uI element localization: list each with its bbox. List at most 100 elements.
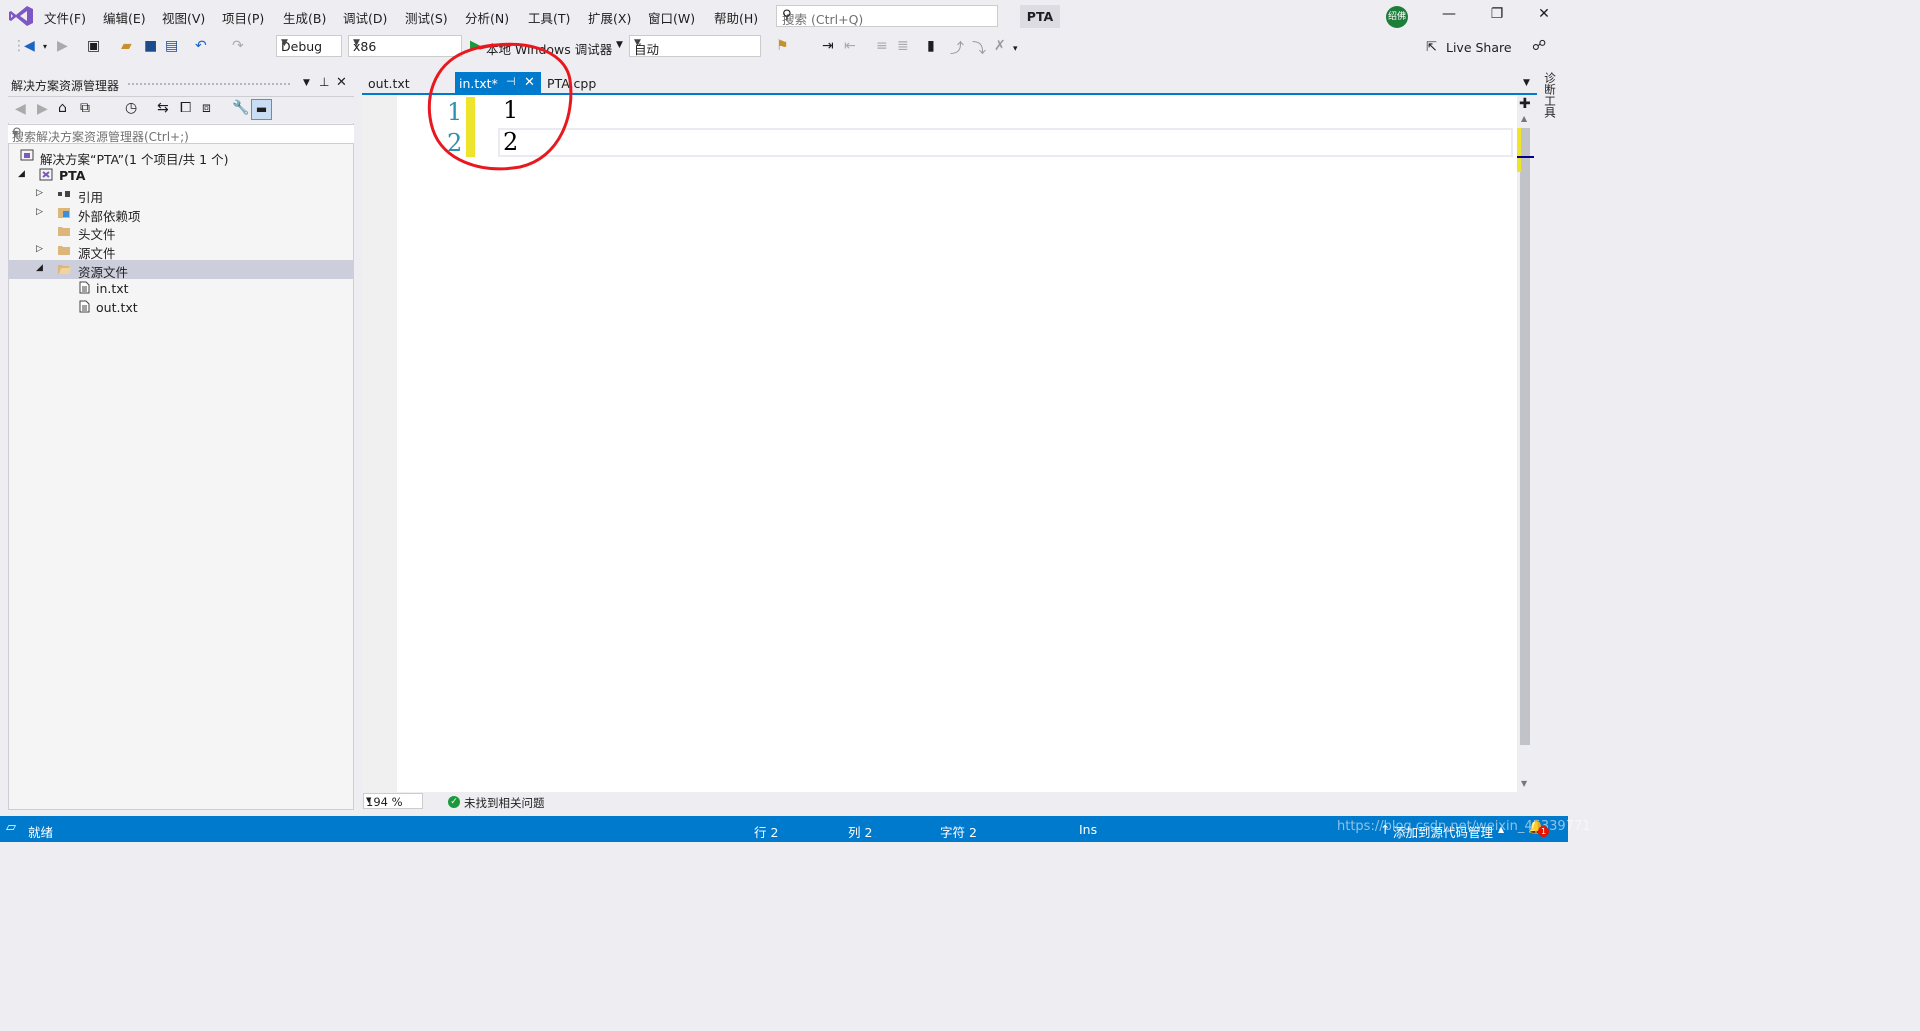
scroll-up-icon[interactable]: ▲ <box>1521 114 1527 123</box>
output-window-icon[interactable]: ▱ <box>6 820 16 835</box>
split-editor-icon[interactable]: ✚ <box>1519 96 1531 112</box>
menu-help[interactable]: 帮助(H) <box>714 8 758 27</box>
zoom-select[interactable]: 194 % ▼ <box>363 793 423 809</box>
project-icon <box>39 168 53 181</box>
solution-config-select[interactable]: Debug ▼ <box>276 35 342 57</box>
menu-window[interactable]: 窗口(W) <box>648 8 695 27</box>
indent-icon[interactable]: ≣ <box>897 38 909 54</box>
tab-overflow-dropdown-icon[interactable]: ▼ <box>1523 78 1530 88</box>
scrollbar-change-marker <box>1517 128 1521 172</box>
scrollbar-thumb[interactable] <box>1520 128 1530 745</box>
search-options-dropdown-icon[interactable]: ▼ <box>12 129 350 138</box>
menu-debug[interactable]: 调试(D) <box>343 8 387 27</box>
forward-icon[interactable]: ▶ <box>57 38 68 54</box>
pending-changes-icon[interactable]: ◷ <box>125 100 137 116</box>
tree-item-solution[interactable]: 解决方案“PTA”(1 个项目/共 1 个) <box>8 147 354 167</box>
folder-icon <box>58 227 70 236</box>
clear-bookmarks-icon[interactable]: ✗ <box>994 38 1006 54</box>
menu-file[interactable]: 文件(F) <box>44 8 86 27</box>
menu-project[interactable]: 项目(P) <box>222 8 264 27</box>
pin-icon[interactable]: ⊥ <box>319 75 329 89</box>
collapse-all-icon[interactable]: ⧠ <box>180 100 191 116</box>
switch-views-icon[interactable]: ⧉ <box>80 100 90 116</box>
minimize-icon[interactable]: — <box>1434 6 1464 28</box>
collapsed-arrow-icon[interactable]: ▷ <box>36 244 43 254</box>
menu-view[interactable]: 视图(V) <box>162 8 205 27</box>
find-in-files-icon[interactable]: ⚑ <box>776 38 789 54</box>
panel-menu-icon[interactable]: ▼ <box>303 78 310 88</box>
feedback-icon[interactable]: ☍ <box>1532 38 1546 54</box>
prev-bookmark-icon[interactable]: ⤴ <box>950 38 964 58</box>
tree-item-out-txt[interactable]: out.txt <box>8 298 354 317</box>
tree-item-project[interactable]: ◢ PTA <box>8 166 354 185</box>
back-dropdown-icon[interactable]: ▾ <box>43 42 47 51</box>
check-icon: ✓ <box>448 796 460 808</box>
tree-item-resource-files[interactable]: ◢ 资源文件 <box>8 260 354 280</box>
panel-drag-grip[interactable] <box>128 83 290 87</box>
undo-icon[interactable]: ↶ <box>195 38 207 54</box>
step-over-icon[interactable]: ⇤ <box>844 38 856 54</box>
home-icon[interactable]: ⌂ <box>58 100 67 116</box>
references-icon <box>58 191 70 197</box>
properties-icon[interactable]: 🔧 <box>232 100 249 116</box>
file-icon <box>79 300 90 313</box>
back-icon[interactable]: ◀ <box>24 38 35 54</box>
se-back-icon[interactable]: ◀ <box>15 101 26 117</box>
step-icon[interactable]: ⇥ <box>822 38 834 54</box>
close-panel-icon[interactable]: ✕ <box>336 75 347 90</box>
status-char: 字符 2 <box>940 825 977 840</box>
live-share-button[interactable]: Live Share <box>1446 40 1512 55</box>
folder-icon <box>58 246 70 255</box>
tree-item-external-deps[interactable]: ▷ 外部依赖项 <box>8 204 354 224</box>
outdent-icon[interactable]: ≡ <box>876 38 888 54</box>
show-all-files-icon[interactable]: ⧈ <box>202 100 211 116</box>
menu-edit[interactable]: 编辑(E) <box>103 8 146 27</box>
collapsed-arrow-icon[interactable]: ▷ <box>36 188 43 198</box>
close-window-icon[interactable]: ✕ <box>1529 6 1559 28</box>
debug-mode-select[interactable]: 自动 ▼ <box>629 35 761 57</box>
issues-text: 未找到相关问题 <box>464 796 545 810</box>
expanded-arrow-icon[interactable]: ◢ <box>18 169 25 179</box>
toolbar-overflow-icon[interactable]: ▾ <box>1013 44 1018 54</box>
menu-test[interactable]: 测试(S) <box>405 8 448 27</box>
menu-build[interactable]: 生成(B) <box>283 8 326 27</box>
user-avatar[interactable]: 绍佛 <box>1386 6 1408 28</box>
file-icon <box>79 281 90 294</box>
solution-search-input[interactable]: 搜索解决方案资源管理器(Ctrl+;) ⚲ ▼ <box>8 124 354 144</box>
save-icon[interactable]: ■ <box>144 38 157 54</box>
menu-extensions[interactable]: 扩展(X) <box>588 8 631 27</box>
status-ready: 就绪 <box>28 825 54 840</box>
tree-item-label: out.txt <box>96 300 138 315</box>
se-forward-icon[interactable]: ▶ <box>37 101 48 117</box>
text-editor[interactable] <box>362 95 1517 792</box>
external-deps-icon <box>58 208 70 218</box>
menu-analyze[interactable]: 分析(N) <box>465 8 509 27</box>
tree-item-source-files[interactable]: ▷ 源文件 <box>8 241 354 261</box>
preview-selected-icon[interactable]: ▬ <box>251 99 272 120</box>
diagnostic-tools-tab[interactable]: 诊断工具 <box>1542 72 1557 118</box>
scroll-down-icon[interactable]: ▼ <box>1521 779 1527 788</box>
collapsed-arrow-icon[interactable]: ▷ <box>36 207 43 217</box>
tree-item-in-txt[interactable]: in.txt <box>8 279 354 298</box>
restore-icon[interactable]: ❐ <box>1482 6 1512 28</box>
redo-icon[interactable]: ↷ <box>232 38 244 54</box>
debugger-dropdown-icon[interactable]: ▼ <box>616 40 623 50</box>
quick-search-input[interactable]: 搜索 (Ctrl+Q) ⚲ <box>776 5 998 27</box>
save-all-icon[interactable]: ▤ <box>165 38 178 54</box>
solution-icon <box>20 149 34 161</box>
tree-item-label: PTA <box>59 168 86 183</box>
sync-icon[interactable]: ⇆ <box>157 100 169 116</box>
live-share-icon: ⇱ <box>1426 40 1437 55</box>
expanded-arrow-icon[interactable]: ◢ <box>36 263 43 273</box>
status-column: 列 2 <box>848 825 873 840</box>
watermark-text: https://blog.csdn.net/weixin_45339771 <box>1337 819 1591 834</box>
notification-count-badge: 1 <box>1538 826 1549 837</box>
tree-item-references[interactable]: ▷ 引用 <box>8 185 354 205</box>
bookmark-icon[interactable]: ▮ <box>927 38 935 54</box>
tree-item-header-files[interactable]: 头文件 <box>8 222 354 242</box>
menu-tools[interactable]: 工具(T) <box>528 8 570 27</box>
visual-studio-logo-icon <box>9 6 33 26</box>
next-bookmark-icon[interactable]: ⤵ <box>972 38 986 58</box>
open-file-icon[interactable]: ▰ <box>121 38 132 54</box>
new-project-icon[interactable]: ▣ <box>87 38 100 54</box>
